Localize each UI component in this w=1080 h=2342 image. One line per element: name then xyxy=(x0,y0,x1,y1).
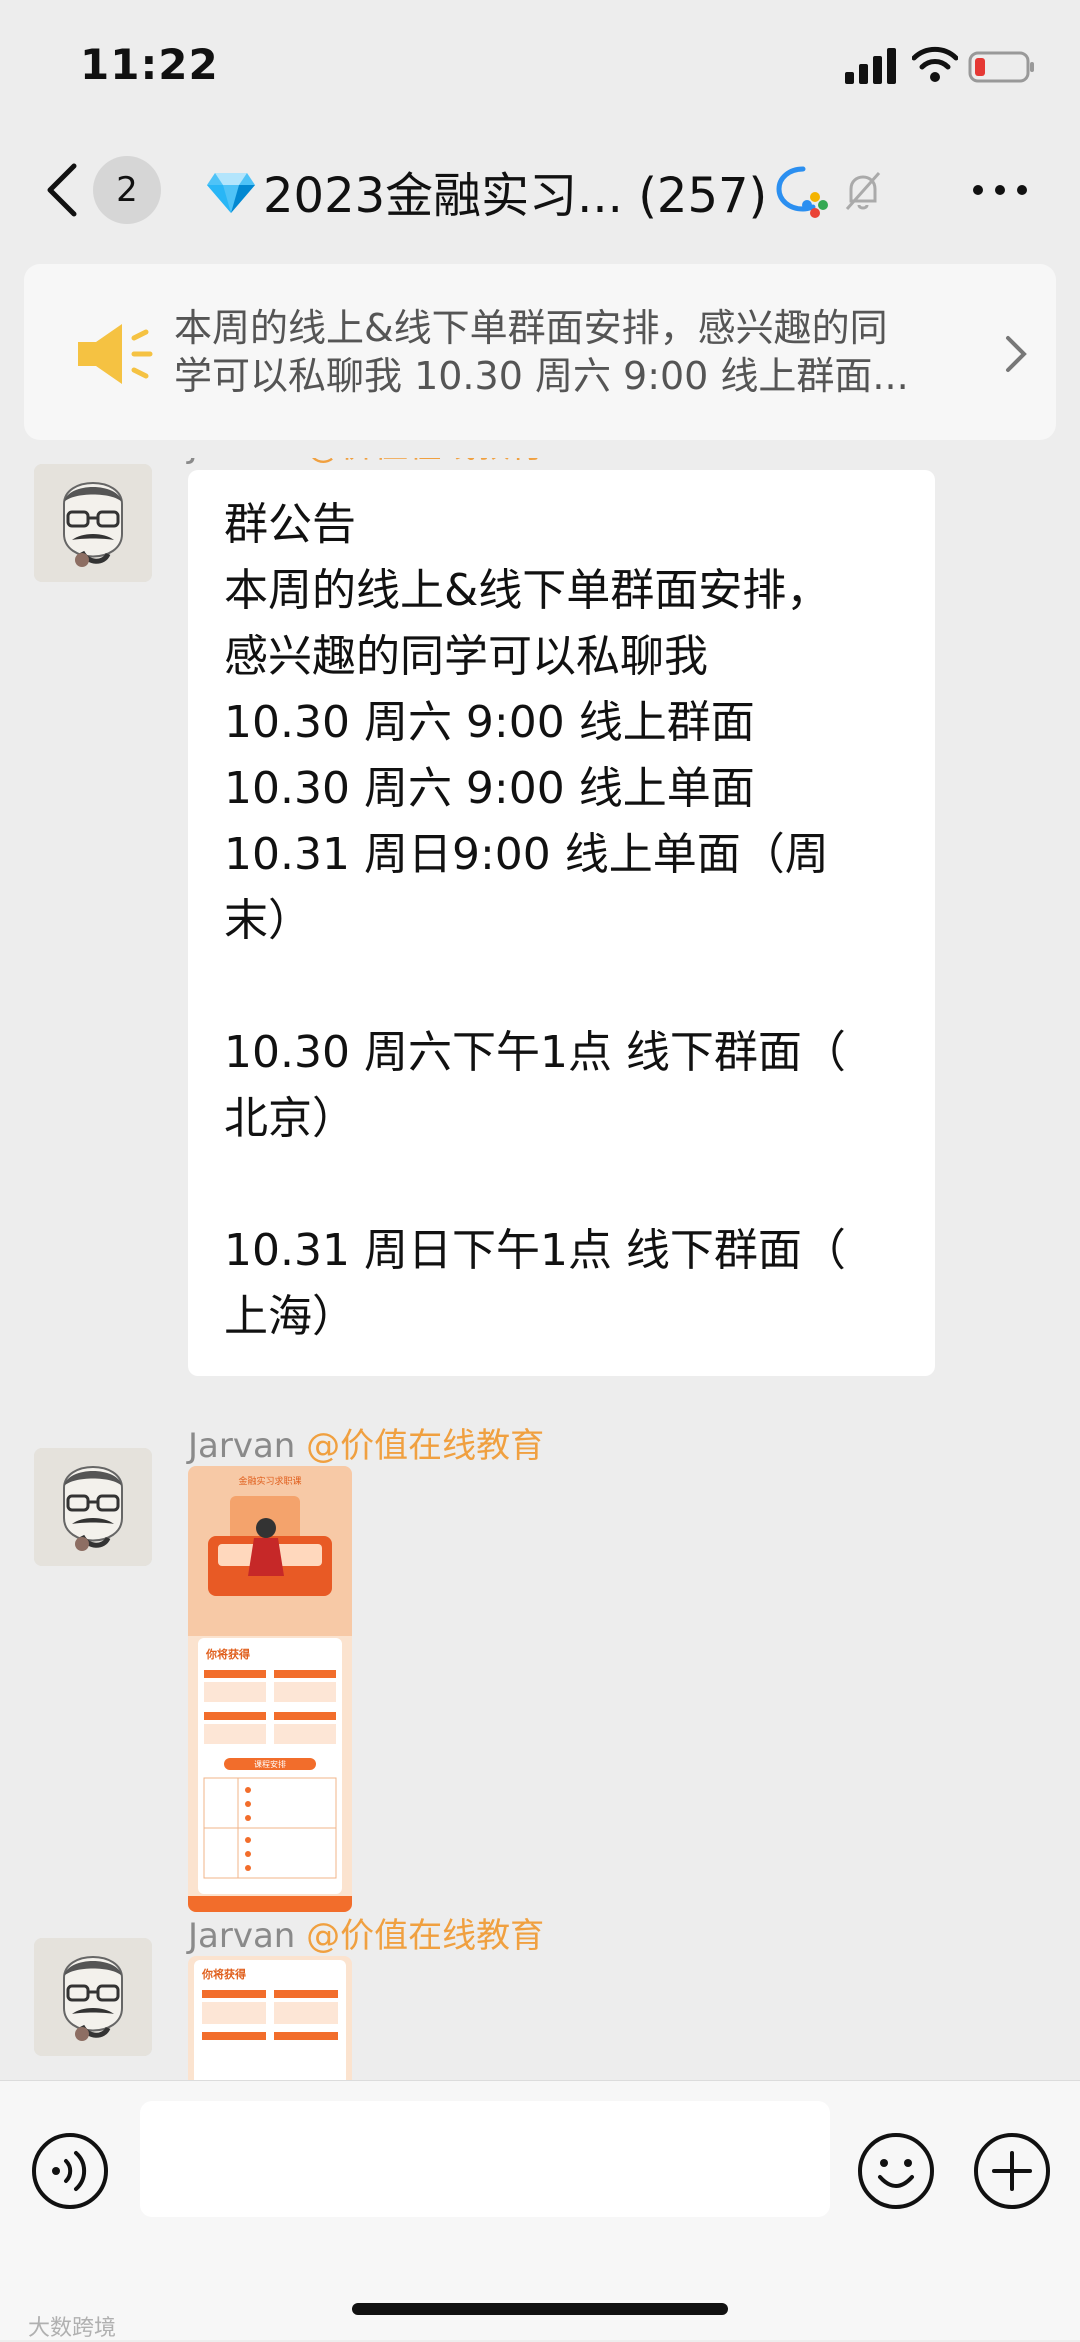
sender-org-tag: @价值在线教育 xyxy=(306,1916,545,1956)
bubble-line: 10.30 周六 9:00 线上群面 xyxy=(224,697,755,748)
message-list[interactable]: Jarvan @价值在线教育 群公告 本周的线上&线下单群面安排， 感兴趣的同学… xyxy=(0,458,1080,2080)
image-message[interactable]: 你将获得 xyxy=(188,1956,352,2080)
emoji-icon[interactable] xyxy=(856,2131,936,2211)
home-indicator[interactable] xyxy=(352,2303,728,2315)
sender-name: Jarvan @价值在线教育 xyxy=(188,1908,544,1957)
avatar[interactable] xyxy=(34,1448,152,1566)
plus-icon[interactable] xyxy=(972,2131,1052,2211)
cellular-signal-icon xyxy=(845,48,896,84)
message-item: Jarvan @价值在线教育 群公告 本周的线上&线下单群面安排， 感兴趣的同学… xyxy=(0,458,1080,1400)
bubble-line xyxy=(224,1152,899,1218)
course-poster-image: 金融实习求职课 你将获得 课程安排 xyxy=(188,1466,352,1912)
notice-preview-text: 本周的线上&线下单群面安排，感兴趣的同 学可以私聊我 10.30 周六 9:00… xyxy=(174,304,964,400)
sender-name-text: Jarvan xyxy=(188,458,295,466)
bubble-line: 10.31 周日下午1点 线下群面（ xyxy=(224,1225,846,1276)
sender-name: Jarvan @价值在线教育 xyxy=(188,1418,544,1467)
wecom-icon xyxy=(776,166,829,218)
avatar[interactable] xyxy=(34,1938,152,2056)
status-time: 11:22 xyxy=(80,40,219,89)
sender-org-tag: @价值在线教育 xyxy=(306,1426,545,1466)
wifi-icon xyxy=(912,46,958,82)
poster-heading: 你将获得 xyxy=(205,1647,250,1661)
bubble-line: 10.31 周日9:00 线上单面（周 xyxy=(224,829,829,880)
notice-line-2: 学可以私聊我 10.30 周六 9:00 线上群面... xyxy=(174,354,909,398)
status-bar: 11:22 xyxy=(0,0,1080,130)
sender-name: Jarvan @价值在线教育 xyxy=(188,458,544,467)
poster-banner-text: 金融实习求职课 xyxy=(238,1475,301,1487)
poster-heading: 你将获得 xyxy=(201,1967,246,1981)
avatar-illustration xyxy=(34,1448,152,1566)
chevron-right-icon xyxy=(1006,336,1027,372)
diamond-icon xyxy=(207,173,255,213)
bubble-line: 群公告 xyxy=(224,499,356,550)
voice-input-icon[interactable] xyxy=(30,2131,110,2211)
unread-count-badge[interactable]: 2 xyxy=(93,156,161,224)
watermark-text: 大数跨境 xyxy=(28,2316,117,2341)
mute-bell-icon xyxy=(846,172,881,210)
chat-title-group[interactable]: 2023金融实习... (257) xyxy=(205,156,885,226)
avatar-illustration xyxy=(34,1938,152,2056)
announcement-speaker-icon xyxy=(78,324,153,384)
chat-input-bar xyxy=(0,2080,1080,2340)
message-input[interactable] xyxy=(140,2101,830,2217)
sender-org-tag: @价值在线教育 xyxy=(306,458,544,466)
bubble-line xyxy=(224,954,899,1020)
more-options-icon[interactable] xyxy=(970,170,1030,210)
message-item: Jarvan @价值在线教育 金融实习求职课 你将获得 课程安排 xyxy=(0,1426,1080,1912)
sender-name-text: Jarvan xyxy=(188,1426,296,1466)
bubble-line: 末） xyxy=(224,895,312,946)
avatar[interactable] xyxy=(34,464,152,582)
battery-low-icon xyxy=(968,51,1034,83)
bubble-line: 北京） xyxy=(224,1093,356,1144)
group-notice-banner[interactable]: 本周的线上&线下单群面安排，感兴趣的同 学可以私聊我 10.30 周六 9:00… xyxy=(24,264,1056,440)
bubble-line: 10.30 周六下午1点 线下群面（ xyxy=(224,1027,846,1078)
chat-title: 2023金融实习... (257) xyxy=(263,168,768,224)
announcement-bubble[interactable]: 群公告 本周的线上&线下单群面安排， 感兴趣的同学可以私聊我 10.30 周六 … xyxy=(188,470,935,1376)
bubble-line: 感兴趣的同学可以私聊我 xyxy=(224,631,708,682)
sender-name-text: Jarvan xyxy=(188,1916,296,1956)
bubble-line: 10.30 周六 9:00 线上单面 xyxy=(224,763,755,814)
bubble-line: 上海） xyxy=(224,1291,356,1342)
course-poster-image: 你将获得 xyxy=(188,1956,352,2080)
poster-section-title: 课程安排 xyxy=(254,1759,286,1769)
back-chevron-icon[interactable] xyxy=(38,160,84,220)
bubble-line: 本周的线上&线下单群面安排， xyxy=(224,565,831,616)
notice-line-1: 本周的线上&线下单群面安排，感兴趣的同 xyxy=(174,306,888,350)
chat-header: 2 2023金融实习... (257) xyxy=(0,130,1080,250)
message-item: Jarvan @价值在线教育 你将获得 xyxy=(0,1916,1080,2080)
image-message[interactable]: 金融实习求职课 你将获得 课程安排 xyxy=(188,1466,352,1912)
avatar-illustration xyxy=(34,464,152,582)
